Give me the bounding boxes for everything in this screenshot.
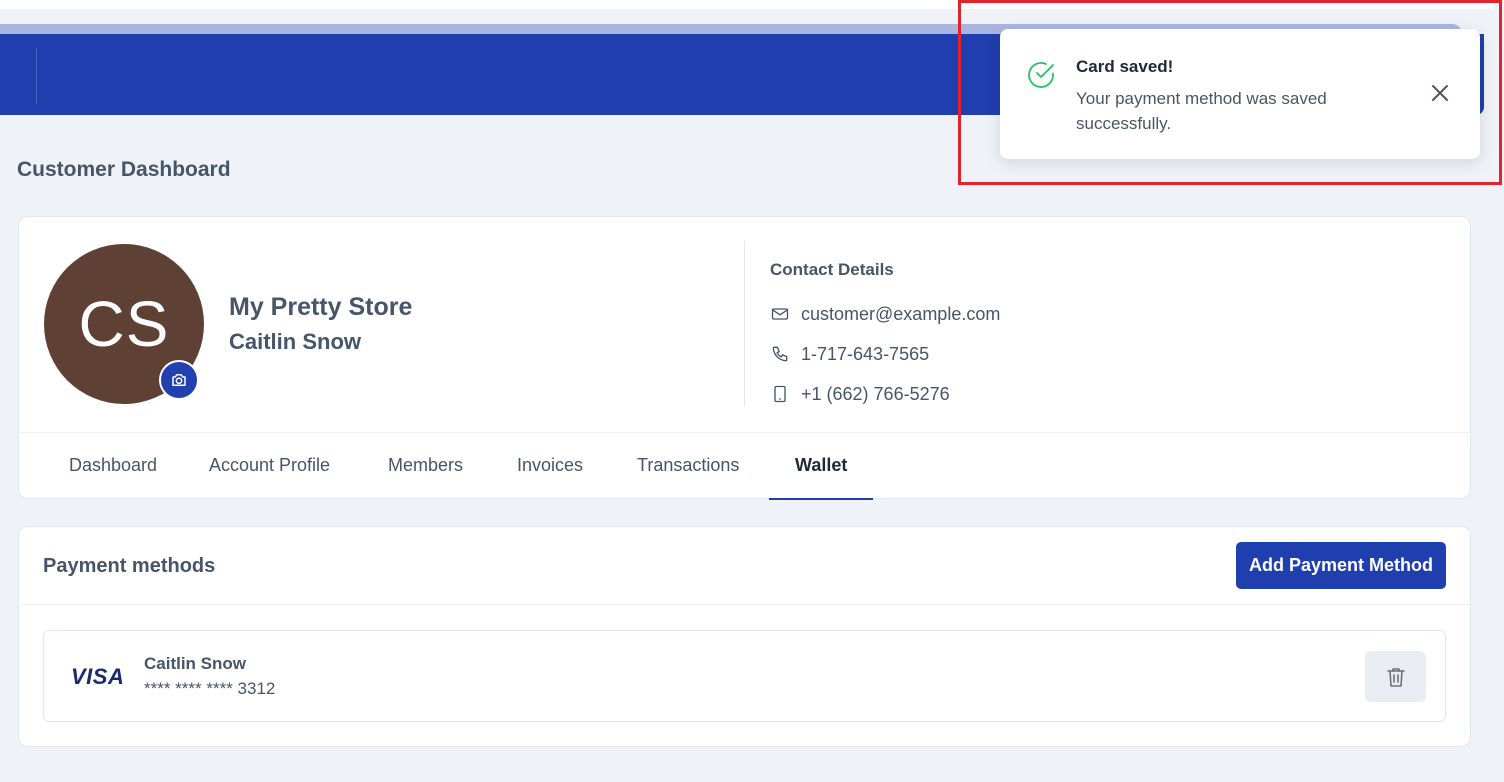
camera-icon xyxy=(172,374,186,386)
payment-methods-card: Payment methods Add Payment Method VISA … xyxy=(18,526,1471,747)
contact-mobile-text: +1 (662) 766-5276 xyxy=(801,383,950,404)
store-name: My Pretty Store xyxy=(229,293,413,321)
tab-transactions[interactable]: Transactions xyxy=(637,455,739,476)
change-avatar-button[interactable] xyxy=(159,360,199,400)
header-divider xyxy=(36,48,37,104)
mobile-icon xyxy=(774,385,786,403)
tab-members[interactable]: Members xyxy=(388,455,463,476)
tab-invoices[interactable]: Invoices xyxy=(517,455,583,476)
phone-icon xyxy=(772,346,788,362)
profile-divider xyxy=(744,241,745,406)
card-number: **** **** **** 3312 xyxy=(144,679,276,698)
tabs-divider xyxy=(19,432,1470,433)
card-holder-name: Caitlin Snow xyxy=(144,654,246,673)
contact-details-title: Contact Details xyxy=(770,260,894,279)
profile-card: CS My Pretty Store Caitlin Snow Contact … xyxy=(18,216,1471,500)
payment-methods-title: Payment methods xyxy=(43,555,216,577)
customer-name: Caitlin Snow xyxy=(229,329,361,354)
add-payment-method-button[interactable]: Add Payment Method xyxy=(1236,542,1446,589)
trash-icon xyxy=(1386,667,1405,687)
tab-account-profile[interactable]: Account Profile xyxy=(209,455,330,476)
page-title: Customer Dashboard xyxy=(17,158,231,181)
saved-card-item: VISA Caitlin Snow **** **** **** 3312 xyxy=(43,630,1446,722)
contact-email: customer@example.com xyxy=(770,302,1000,326)
tab-wallet[interactable]: Wallet xyxy=(795,455,847,476)
payment-divider xyxy=(19,604,1470,605)
contact-phone-text: 1-717-643-7565 xyxy=(801,343,930,364)
delete-card-button[interactable] xyxy=(1365,651,1426,702)
tab-dashboard[interactable]: Dashboard xyxy=(69,455,157,476)
contact-mobile: +1 (662) 766-5276 xyxy=(770,382,950,406)
highlight-annotation xyxy=(958,0,1502,185)
visa-logo: VISA xyxy=(71,664,125,689)
avatar-initials: CS xyxy=(78,288,170,360)
active-tab-indicator xyxy=(769,498,873,500)
contact-email-text: customer@example.com xyxy=(801,303,1001,324)
mail-icon xyxy=(771,308,789,320)
contact-phone: 1-717-643-7565 xyxy=(770,342,929,366)
